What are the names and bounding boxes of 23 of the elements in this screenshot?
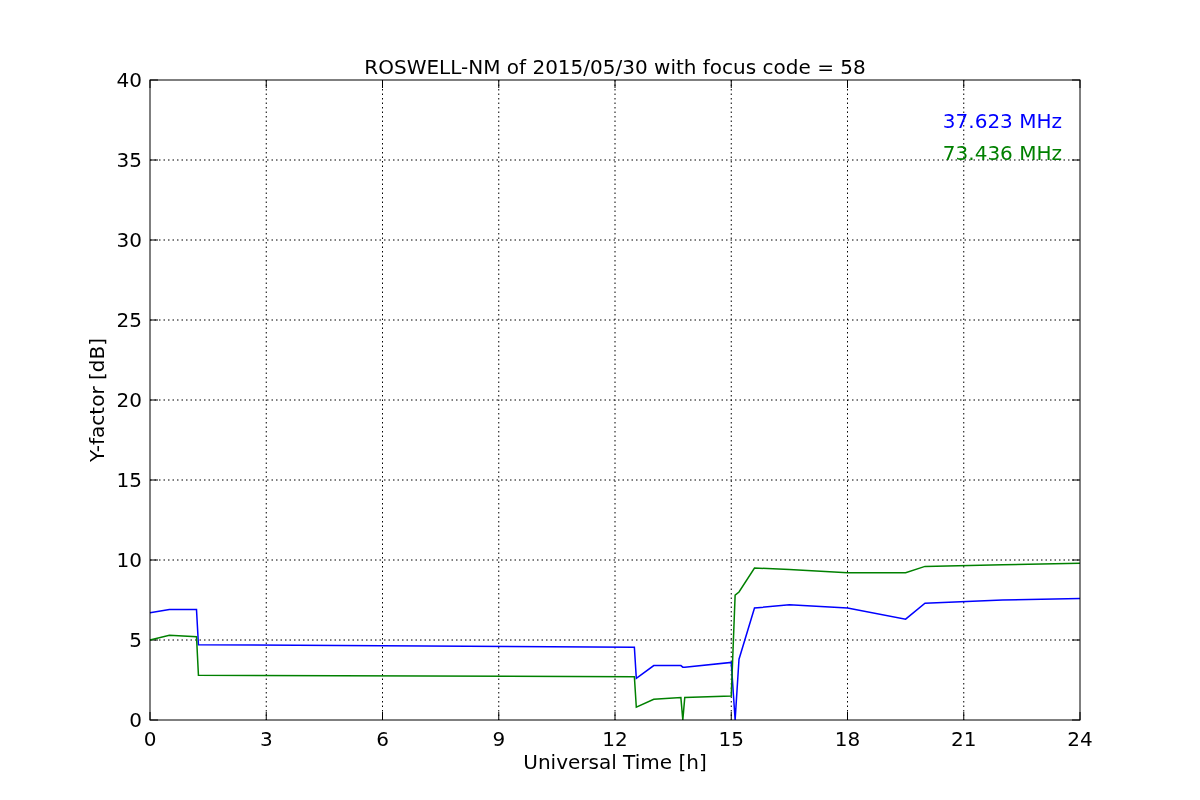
y-tick-label: 35: [116, 148, 142, 172]
x-axis-label: Universal Time [h]: [523, 750, 707, 774]
x-tick-label: 12: [602, 727, 628, 751]
y-tick-label: 10: [116, 548, 142, 572]
x-tick-label: 9: [492, 727, 506, 751]
y-tick-label: 0: [129, 708, 142, 732]
legend-label: 73.436 MHz: [942, 141, 1062, 165]
x-tick-label: 6: [376, 727, 389, 751]
y-tick-label: 40: [116, 68, 142, 92]
y-tick-label: 5: [129, 628, 142, 652]
y-axis-label: Y-factor [dB]: [85, 338, 109, 462]
y-tick-label: 30: [116, 228, 142, 252]
x-tick-label: 21: [951, 727, 977, 751]
x-tick-label: 24: [1067, 727, 1093, 751]
x-tick-label: 18: [834, 727, 861, 751]
legend-label: 37.623 MHz: [942, 109, 1062, 133]
chart-title: ROSWELL-NM of 2015/05/30 with focus code = 58: [364, 55, 866, 79]
x-tick-label: 0: [143, 727, 157, 751]
y-tick-label: 15: [116, 468, 142, 492]
x-tick-label: 15: [718, 727, 744, 751]
y-tick-label: 20: [116, 388, 142, 412]
y-tick-label: 25: [116, 308, 142, 332]
x-tick-label: 3: [259, 727, 273, 751]
